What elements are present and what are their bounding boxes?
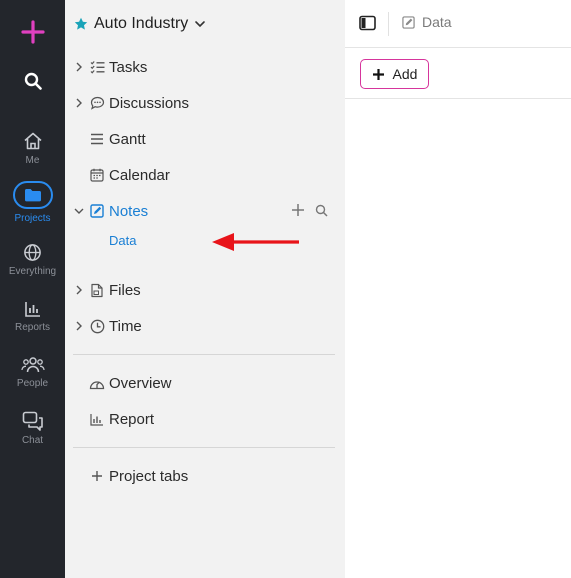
rail-item-chat[interactable]: Chat [0, 411, 65, 446]
plus-icon [89, 468, 105, 484]
add-button[interactable]: Add [360, 59, 429, 89]
plus-icon [20, 20, 45, 44]
rail-label-chat: Chat [21, 435, 44, 446]
project-switcher[interactable]: Auto Industry [74, 13, 206, 35]
breadcrumb-current: Data [422, 14, 452, 30]
sidebar-toggle-icon[interactable] [359, 15, 376, 31]
sidebar-item-label: Project tabs [109, 467, 189, 485]
rail-label-people: People [16, 378, 49, 389]
sidebar-item-label: Gantt [109, 130, 146, 148]
rail-label-reports: Reports [14, 322, 50, 333]
sidebar-item-discussions[interactable]: Discussions [73, 91, 189, 115]
sidebar-item-overview[interactable]: Overview [73, 371, 172, 395]
sidebar-item-label: Files [109, 281, 141, 299]
sidebar-divider [73, 354, 335, 355]
sidebar-item-label: Report [109, 410, 155, 428]
chevron-down-icon[interactable] [73, 207, 85, 215]
clock-icon [89, 318, 105, 334]
sidebar-item-label: Tasks [109, 58, 148, 76]
add-note-icon[interactable] [291, 203, 305, 217]
speech-bubble-icon [89, 95, 105, 111]
chevron-down-icon [195, 21, 206, 28]
sidebar-divider [73, 447, 335, 448]
chat-icon [22, 411, 43, 431]
sidebar-item-label: Calendar [109, 166, 170, 184]
projects-pill [12, 181, 53, 209]
rail-label-everything: Everything [8, 266, 57, 277]
folder-icon [24, 189, 41, 202]
sidebar-item-calendar[interactable]: Calendar [73, 163, 170, 187]
app-rail: Me Projects Everything Reports People Ch… [0, 0, 65, 578]
home-icon [23, 132, 42, 150]
sidebar-item-report[interactable]: Report [73, 407, 154, 431]
top-bar: Data [345, 0, 571, 48]
chevron-right-icon[interactable] [73, 321, 85, 331]
star-icon [74, 17, 88, 30]
sidebar-item-label: Overview [109, 374, 172, 392]
search-notes-icon[interactable] [315, 204, 328, 217]
main-panel: Data Add [345, 0, 571, 578]
people-icon [20, 357, 45, 373]
plus-icon [372, 68, 384, 80]
rail-label-me: Me [25, 155, 40, 166]
sidebar-item-gantt[interactable]: Gantt [73, 127, 146, 151]
note-edit-icon [402, 15, 415, 29]
globe-icon [24, 244, 41, 261]
content-toolbar: Add [345, 49, 571, 99]
bar-chart-icon [24, 302, 40, 317]
sidebar-item-label: Notes [109, 202, 149, 220]
search-icon [24, 72, 42, 90]
rail-item-people[interactable]: People [0, 356, 65, 389]
note-edit-icon [89, 203, 105, 219]
breadcrumb: Data [402, 14, 452, 30]
topbar-separator [388, 12, 389, 36]
create-plus-button[interactable] [0, 20, 65, 44]
notes-actions [291, 203, 328, 217]
calendar-icon [89, 167, 105, 183]
checklist-icon [89, 59, 105, 75]
project-sidebar: Auto Industry Tasks Discussions Gantt Ca… [65, 0, 345, 578]
sidebar-item-notes[interactable]: Notes [73, 199, 148, 223]
sidebar-item-project-tabs[interactable]: Project tabs [73, 464, 188, 488]
sidebar-item-label: Discussions [109, 94, 190, 112]
gantt-lines-icon [89, 131, 105, 147]
chevron-right-icon[interactable] [73, 285, 85, 295]
chevron-right-icon[interactable] [73, 98, 85, 108]
chevron-right-icon[interactable] [73, 62, 85, 72]
sidebar-item-tasks[interactable]: Tasks [73, 55, 147, 79]
rail-item-everything[interactable]: Everything [0, 243, 65, 277]
sidebar-item-files[interactable]: Files [73, 278, 141, 302]
project-title: Auto Industry [94, 15, 189, 32]
report-chart-icon [89, 411, 105, 427]
sidebar-item-time[interactable]: Time [73, 314, 142, 338]
search-button[interactable] [0, 72, 65, 90]
add-button-label: Add [392, 66, 418, 82]
rail-item-projects[interactable]: Projects [0, 181, 65, 224]
annotation-arrow-icon [212, 233, 299, 251]
rail-item-me[interactable]: Me [0, 131, 65, 166]
rail-label-projects: Projects [14, 213, 51, 224]
sidebar-item-label: Time [109, 317, 142, 335]
file-icon [89, 282, 105, 298]
gauge-icon [89, 375, 105, 391]
sidebar-subitem-data[interactable]: Data [109, 233, 136, 248]
rail-item-reports[interactable]: Reports [0, 300, 65, 333]
